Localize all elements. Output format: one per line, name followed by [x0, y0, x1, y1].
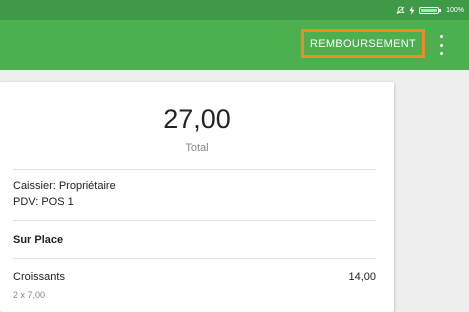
refund-button[interactable]: REMBOURSEMENT: [301, 29, 425, 58]
cashier-text: Caissier: Propriétaire: [13, 180, 116, 192]
notifications-off-icon: [396, 6, 405, 14]
divider: [13, 169, 376, 170]
more-vert-icon[interactable]: [436, 35, 446, 55]
total-amount: 27,00: [163, 104, 231, 134]
item-name: Croissants: [13, 271, 65, 283]
status-icons: 100%: [396, 4, 464, 16]
receipt-card: 27,00 Total Caissier: Propriétaire PDV: …: [0, 82, 394, 312]
app-bar: REMBOURSEMENT: [0, 20, 469, 70]
status-bar: 100%: [0, 0, 469, 20]
divider: [13, 258, 376, 259]
total-label: Total: [185, 142, 209, 154]
battery-icon: [419, 6, 442, 14]
pos-text: PDV: POS 1: [13, 196, 74, 208]
charging-icon: [409, 5, 415, 15]
dining-option: Sur Place: [13, 234, 64, 246]
item-price: 14,00: [348, 271, 376, 283]
divider: [13, 220, 376, 221]
battery-percentage: 100%: [446, 6, 464, 14]
